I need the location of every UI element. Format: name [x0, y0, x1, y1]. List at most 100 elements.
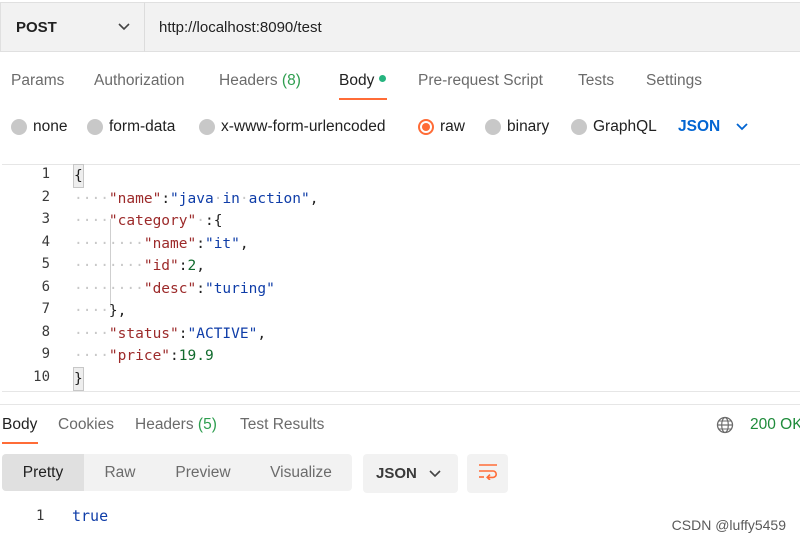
whitespace-marker: ·: [196, 213, 205, 229]
body-type-graphql[interactable]: GraphQL: [571, 118, 657, 136]
json-punctuation: :{: [204, 213, 223, 229]
tab-body[interactable]: Body: [339, 72, 387, 90]
tab-label: Cookies: [58, 416, 114, 433]
header-count: (8): [281, 72, 301, 89]
request-body-editor[interactable]: 1 2 3 4 5 6 7 8 9 10 {····"name":"java·in·action"…: [2, 164, 800, 392]
line-number: 2: [41, 188, 50, 205]
code-line: }: [73, 366, 84, 391]
active-tab-indicator: [339, 98, 387, 100]
code-area[interactable]: {····"name":"java·in·action", ····"catego…: [73, 164, 800, 391]
body-type-none[interactable]: none: [11, 118, 67, 136]
response-tab-body[interactable]: Body: [2, 416, 37, 434]
response-tab-headers[interactable]: Headers (5): [135, 416, 217, 434]
code-line: ····"category"·:{: [74, 210, 222, 232]
json-string: "it": [204, 235, 240, 252]
body-type-urlencoded[interactable]: x-www-form-urlencoded: [199, 118, 386, 136]
json-key: "price": [108, 348, 171, 364]
tab-label: Params: [11, 72, 65, 89]
line-number: 3: [41, 211, 50, 227]
response-body-value[interactable]: true: [72, 507, 108, 525]
json-string: in: [222, 190, 240, 207]
line-number: 4: [41, 233, 50, 250]
url-input[interactable]: http://localhost:8090/test: [145, 2, 800, 52]
line-number: 10: [33, 368, 50, 385]
radio-icon: [199, 119, 215, 135]
radio-selected-icon: [418, 119, 434, 135]
tab-label: Pre-request Script: [418, 72, 543, 89]
json-punctuation: {: [73, 164, 84, 188]
line-number: 6: [41, 278, 50, 295]
tab-label: Body: [2, 416, 38, 433]
whitespace-marker: ····: [74, 325, 109, 342]
line-number-gutter: 1 2 3 4 5 6 7 8 9 10: [2, 165, 66, 391]
json-key: "id": [143, 258, 179, 274]
radio-label: none: [33, 118, 68, 135]
json-punctuation: ,: [239, 235, 249, 252]
json-punctuation: :: [161, 190, 171, 207]
tab-settings[interactable]: Settings: [646, 72, 702, 90]
radio-icon: [485, 119, 501, 135]
status-badge[interactable]: 200 OK: [750, 416, 800, 434]
json-punctuation: },: [108, 303, 127, 319]
whitespace-marker: ········: [74, 258, 144, 274]
view-preview-button[interactable]: Preview: [156, 454, 250, 491]
code-line: ····"name":"java·in·action",: [74, 188, 318, 210]
json-punctuation: :: [196, 235, 205, 252]
tab-tests[interactable]: Tests: [578, 72, 614, 90]
whitespace-marker: ····: [74, 190, 109, 207]
chevron-down-icon: [116, 19, 132, 35]
json-punctuation: :: [170, 348, 179, 364]
json-key: "name": [108, 190, 162, 207]
json-punctuation: :: [178, 325, 188, 342]
tab-authorization[interactable]: Authorization: [94, 72, 184, 90]
response-line-number: 1: [36, 508, 45, 524]
code-line: ····"price":19.9: [74, 345, 214, 367]
line-number: 1: [41, 166, 50, 182]
response-format-select[interactable]: JSON: [363, 454, 458, 493]
tab-headers[interactable]: Headers (8): [219, 72, 301, 90]
modified-dot-icon: [379, 75, 387, 83]
method-select[interactable]: POST: [0, 2, 145, 52]
tab-label: Test Results: [240, 416, 325, 433]
tab-label: Settings: [646, 72, 703, 89]
tab-params[interactable]: Params: [11, 72, 64, 90]
json-punctuation: ,: [257, 325, 267, 342]
url-bar: POST http://localhost:8090/test: [0, 2, 800, 52]
radio-label: x-www-form-urlencoded: [221, 118, 386, 135]
code-line: ········"id":2,: [74, 255, 205, 277]
tab-label: Tests: [578, 72, 615, 89]
view-pretty-button[interactable]: Pretty: [2, 454, 84, 491]
json-key: "category": [108, 213, 197, 229]
format-label: JSON: [376, 465, 417, 482]
wrap-lines-button[interactable]: [467, 454, 508, 493]
body-type-selector: none form-data x-www-form-urlencoded raw…: [0, 110, 800, 146]
tab-pre-request-script[interactable]: Pre-request Script: [418, 72, 543, 90]
response-tab-test-results[interactable]: Test Results: [240, 416, 324, 434]
response-view-modes: Pretty Raw Preview Visualize: [2, 454, 352, 491]
line-number: 8: [41, 323, 50, 340]
body-type-form-data[interactable]: form-data: [87, 118, 175, 136]
code-line: ········"name":"it",: [74, 233, 249, 255]
request-tabs: Params Authorization Headers (8) Body Pr…: [0, 62, 800, 104]
language-label: JSON: [678, 118, 721, 135]
body-type-binary[interactable]: binary: [485, 118, 549, 136]
response-tab-cookies[interactable]: Cookies: [58, 416, 114, 434]
active-tab-indicator: [2, 442, 38, 444]
json-string: "turing": [204, 280, 275, 297]
radio-icon: [87, 119, 103, 135]
whitespace-marker: ····: [74, 348, 109, 364]
globe-icon[interactable]: [716, 416, 734, 434]
json-punctuation: :: [196, 280, 205, 297]
json-number: 19.9: [178, 348, 214, 364]
tab-label: Headers: [135, 416, 194, 433]
json-key: "name": [143, 235, 197, 252]
code-line: ····},: [74, 300, 126, 322]
json-string: "java: [170, 190, 214, 207]
view-raw-button[interactable]: Raw: [84, 454, 156, 491]
code-line: {: [73, 164, 84, 188]
body-type-raw[interactable]: raw: [418, 118, 465, 136]
body-language-select[interactable]: JSON: [678, 118, 750, 136]
view-visualize-button[interactable]: Visualize: [250, 454, 352, 491]
json-string: "ACTIVE": [187, 325, 258, 342]
json-punctuation: }: [73, 366, 84, 391]
